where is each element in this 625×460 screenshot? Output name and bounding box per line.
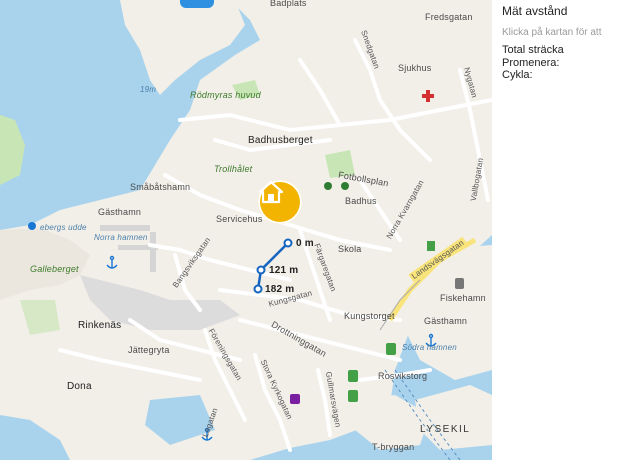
map-label: Fiskehamn [440, 293, 486, 303]
map-label: Småbåtshamn [130, 182, 191, 192]
route-label-0: 0 m [296, 238, 314, 249]
map-label: Rosvikstorg [378, 371, 428, 381]
route-label-1: 121 m [269, 265, 299, 276]
swimmer-icon [28, 222, 36, 230]
ev-charging-icon [348, 370, 358, 382]
runner-icon [341, 182, 349, 190]
map-label: Rinkenäs [78, 320, 122, 331]
map-label: Södra hamnen [402, 343, 457, 352]
panel-hint: Klicka på kartan för att [502, 27, 602, 38]
map-canvas[interactable]: 0 m 121 m 182 m Badplats Fredsgatan Sned… [0, 0, 492, 460]
route-point-end [253, 284, 263, 294]
measure-distance-panel: Mät avstånd Klicka på kartan för att Tot… [492, 0, 625, 460]
map-label: Kungstorget [344, 311, 395, 321]
map-label: ebergs udde [40, 223, 87, 232]
total-distance-label: Total sträcka [502, 44, 564, 56]
map-label: T-bryggan [372, 442, 415, 452]
ev-charging-icon [386, 343, 396, 355]
map-label: Sjukhus [398, 63, 432, 73]
map-label: Servicehus [216, 214, 263, 224]
home-icon [258, 180, 284, 204]
map-label: Badplats [270, 0, 307, 8]
map-label: Trollhålet [214, 164, 253, 174]
bus-icon [290, 394, 300, 404]
walk-label: Promenera: [502, 57, 560, 69]
map-label: Jättegryta [128, 345, 170, 355]
fuel-icon [427, 241, 435, 251]
route-point-start [283, 238, 293, 248]
route-point-mid [256, 265, 266, 275]
map-label: Badhusberget [248, 135, 313, 146]
map-label: Gästhamn [424, 316, 468, 326]
map-label: Badhus [345, 196, 377, 206]
map-label: 19m [140, 85, 157, 94]
panel-title: Mät avstånd [502, 4, 568, 18]
fuel-icon [455, 278, 464, 289]
map-label: Dona [67, 381, 92, 392]
bike-label: Cykla: [502, 69, 533, 81]
runner-icon [324, 182, 332, 190]
map-label-city: LYSEKIL [420, 424, 471, 435]
ev-charging-icon [348, 390, 358, 402]
map-label: Gästhamn [98, 207, 142, 217]
map-label: Galleberget [30, 264, 79, 274]
home-marker[interactable] [258, 180, 302, 224]
map-top-button[interactable] [180, 0, 214, 8]
map-label: Rödmyras huvud [190, 90, 261, 100]
map-label: Fredsgatan [425, 12, 473, 22]
map-label: Norra hamnen [94, 233, 148, 242]
map-label: Skola [338, 244, 362, 254]
